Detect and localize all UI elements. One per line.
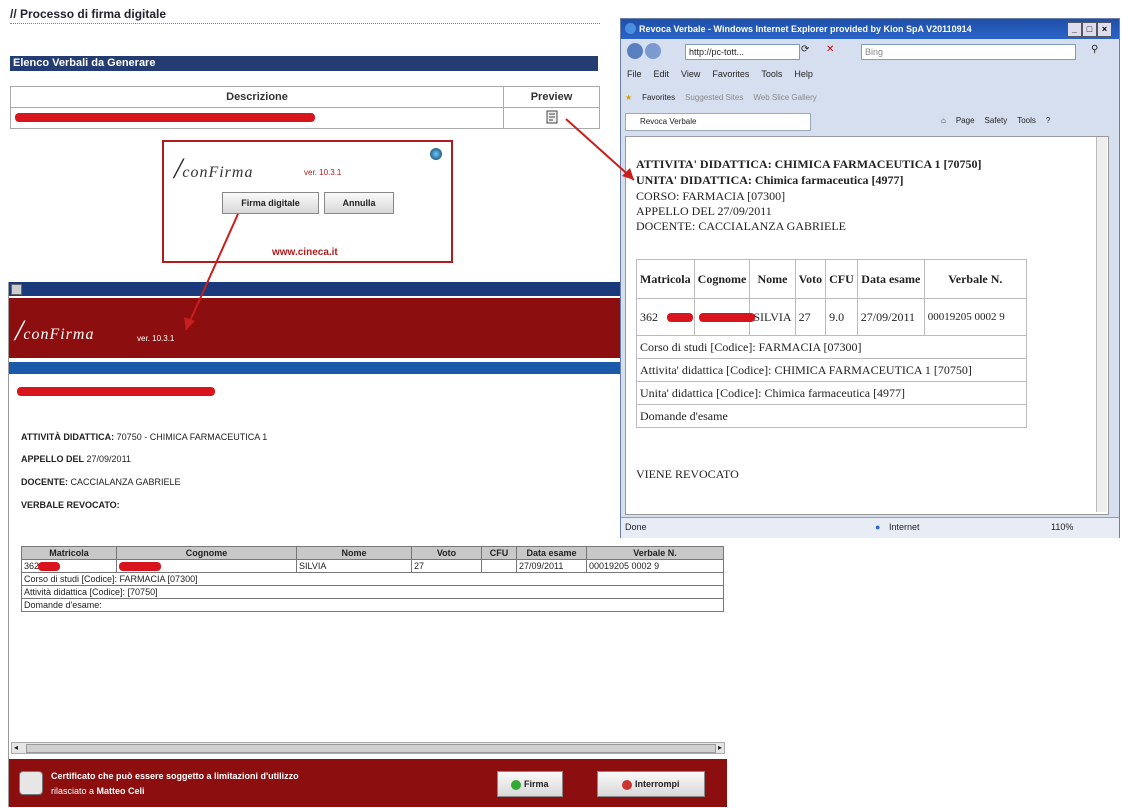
annotation-arrows <box>184 118 635 331</box>
arrow-head <box>184 317 195 330</box>
arrow-preview-to-ie <box>565 118 635 181</box>
arrow-firma-to-applet <box>185 213 239 331</box>
